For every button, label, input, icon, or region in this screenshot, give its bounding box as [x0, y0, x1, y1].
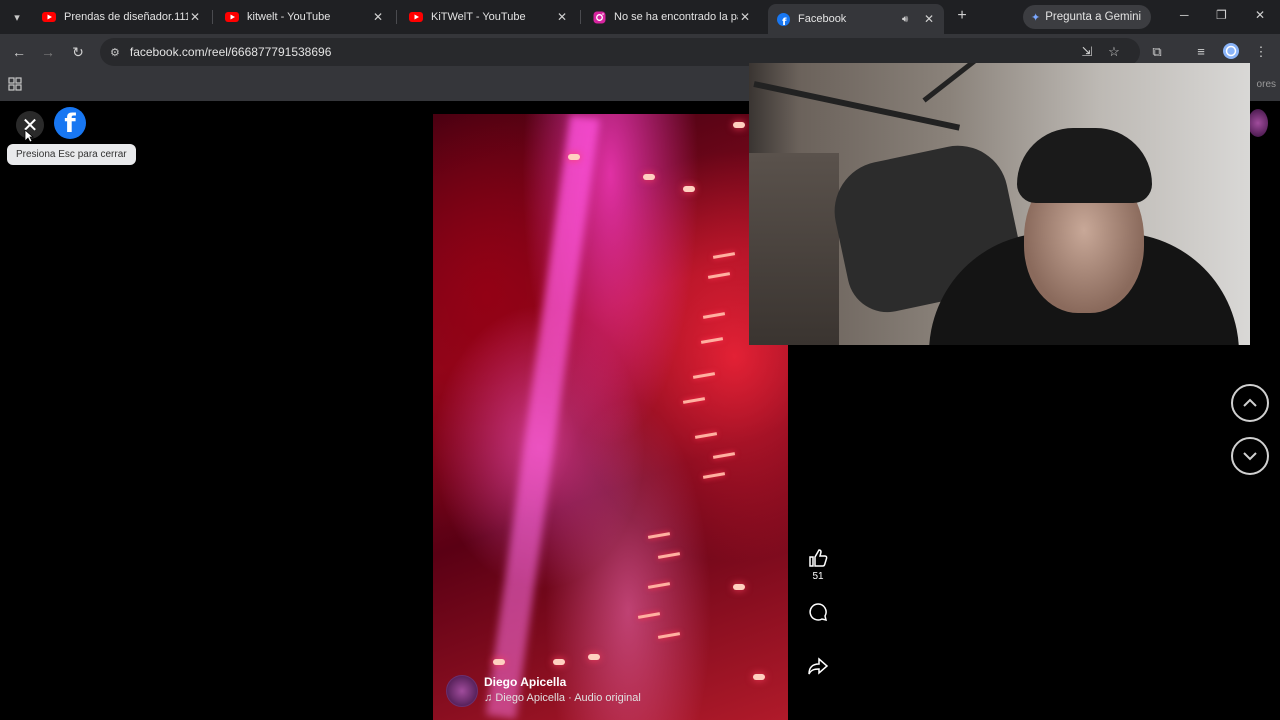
tab-title: Prendas de diseñador.1111: [64, 11, 188, 23]
instagram-icon: [592, 10, 606, 24]
tab-title: kitwelt - YouTube: [247, 11, 331, 23]
close-tab-icon[interactable]: ✕: [922, 12, 936, 26]
person-cap: [1017, 128, 1152, 203]
previous-reel-button[interactable]: [1231, 384, 1269, 422]
tab-4-active[interactable]: f Facebook 🔊︎ ✕: [768, 4, 944, 34]
bookmarks-overflow-label[interactable]: ores: [1257, 79, 1276, 90]
svg-text:f: f: [782, 17, 787, 26]
tab-title: KiTWelT - YouTube: [431, 11, 526, 23]
author-name[interactable]: Diego Apicella: [484, 675, 641, 689]
reel-video[interactable]: [433, 114, 788, 720]
site-settings-icon[interactable]: ⚙: [110, 46, 120, 59]
speaker-icon[interactable]: 🔊︎: [902, 14, 916, 25]
like-button[interactable]: [806, 546, 830, 570]
video-light-beam: [485, 114, 601, 720]
facebook-icon: f: [776, 12, 790, 26]
share-arrow-icon: [808, 657, 828, 675]
close-tooltip: Presiona Esc para cerrar: [7, 144, 136, 165]
chevron-down-icon: [1243, 452, 1257, 461]
gemini-star-icon: ✦: [1031, 11, 1041, 24]
mic-arm: [753, 81, 961, 131]
mouse-cursor-icon: [24, 129, 35, 143]
close-tab-icon[interactable]: ✕: [371, 10, 385, 24]
tab-title: Facebook: [798, 13, 847, 25]
media-controls-icon[interactable]: ≡: [1191, 42, 1211, 62]
close-tab-icon[interactable]: ✕: [738, 10, 752, 24]
tab-3[interactable]: No se ha encontrado la pág ✕: [584, 4, 760, 30]
tab-search-icon[interactable]: ▾: [6, 6, 28, 28]
next-reel-button[interactable]: [1231, 437, 1269, 475]
menu-kebab-icon[interactable]: ⋮: [1251, 42, 1271, 62]
tab-0[interactable]: Prendas de diseñador.1111 ✕: [34, 4, 210, 30]
install-app-icon[interactable]: ⇲: [1077, 42, 1097, 62]
tab-strip: ▾ Prendas de diseñador.1111 ✕ kitwelt - …: [0, 0, 1280, 34]
tab-2[interactable]: KiTWelT - YouTube ✕: [401, 4, 577, 30]
account-avatar[interactable]: [1248, 109, 1268, 137]
comment-icon: [809, 603, 828, 622]
tab-title: No se ha encontrado la pág: [614, 11, 738, 23]
reload-icon[interactable]: ↻: [68, 42, 88, 62]
gemini-button[interactable]: ✦ Pregunta a Gemini: [1023, 5, 1152, 29]
audio-label[interactable]: ♫ Diego Apicella · Audio original: [484, 692, 641, 704]
thumbs-up-icon: [809, 549, 828, 567]
back-arrow-icon[interactable]: ←: [9, 42, 29, 62]
like-count: 51: [812, 571, 824, 582]
youtube-icon: [42, 10, 56, 24]
extensions-icon[interactable]: ⧉: [1147, 42, 1167, 62]
tab-divider: [580, 10, 581, 24]
mic-arm-upper: [922, 63, 1028, 103]
url-text[interactable]: facebook.com/reel/666877791538696: [130, 45, 332, 59]
minimize-icon[interactable]: ─: [1180, 8, 1189, 22]
new-tab-button[interactable]: +: [952, 6, 972, 26]
comment-button[interactable]: [806, 600, 830, 624]
youtube-icon: [225, 10, 239, 24]
reel-author[interactable]: Diego Apicella ♫ Diego Apicella · Audio …: [446, 675, 641, 707]
close-tab-icon[interactable]: ✕: [555, 10, 569, 24]
close-tab-icon[interactable]: ✕: [188, 10, 202, 24]
tab-1[interactable]: kitwelt - YouTube ✕: [217, 4, 393, 30]
forward-arrow-icon[interactable]: →: [38, 42, 58, 62]
webcam-overlay: [749, 63, 1250, 345]
tab-divider: [212, 10, 213, 24]
facebook-logo[interactable]: f: [54, 107, 86, 139]
tab-divider: [396, 10, 397, 24]
gemini-label: Pregunta a Gemini: [1045, 11, 1142, 23]
webcam-background-shelf: [749, 153, 839, 345]
chevron-up-icon: [1243, 398, 1257, 407]
profile-icon[interactable]: [1221, 42, 1241, 62]
author-avatar[interactable]: [446, 675, 478, 707]
address-bar[interactable]: ⚙ facebook.com/reel/666877791538696: [100, 38, 1140, 66]
apps-grid-icon[interactable]: [8, 77, 24, 93]
restore-icon[interactable]: ❐: [1216, 8, 1227, 22]
youtube-icon: [409, 10, 423, 24]
music-note-icon: ♫: [484, 692, 496, 704]
share-button[interactable]: [806, 654, 830, 678]
window-close-icon[interactable]: ✕: [1255, 8, 1265, 22]
bookmark-star-icon[interactable]: ☆: [1104, 42, 1124, 62]
